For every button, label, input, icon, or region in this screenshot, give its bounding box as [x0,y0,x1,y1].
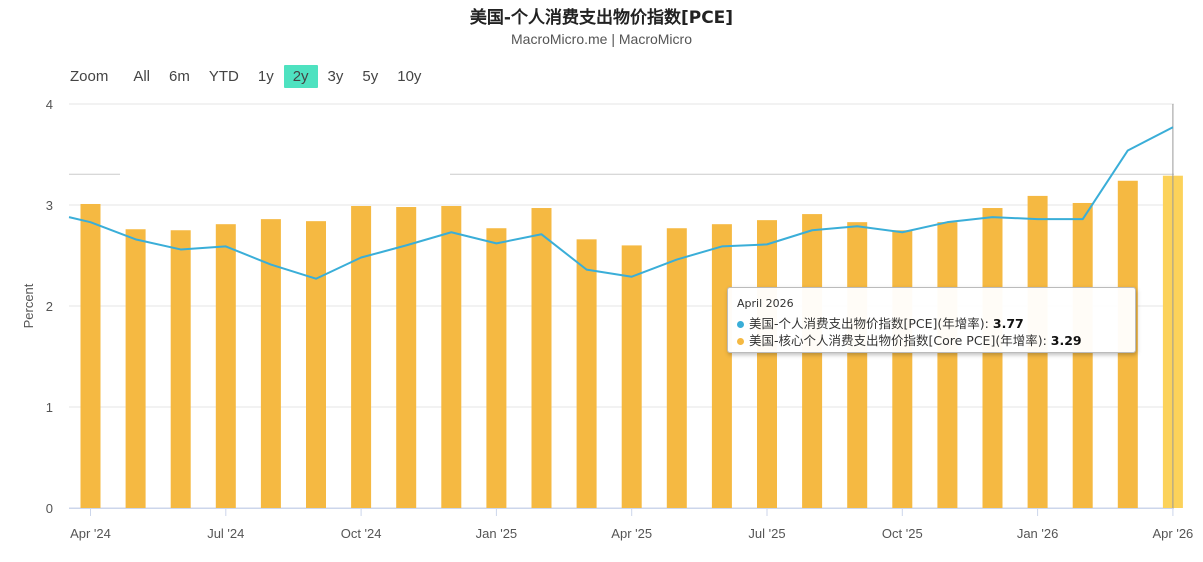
bar [711,224,732,508]
bar [486,228,507,509]
bar [802,214,823,508]
tooltip-pce-value: 3.77 [992,316,1024,331]
x-tick-label: Jan '25 [476,526,518,541]
chart-tooltip: April 2026 美国-个人消费支出物价指数[PCE](年增率): 3.77… [727,287,1136,353]
bar [621,245,642,508]
pce-legend-dot-icon [737,321,744,328]
core-legend-dot-icon [737,338,744,345]
tooltip-pce-label: 美国-个人消费支出物价指数[PCE](年增率): [749,316,993,331]
x-tick-label: Apr '25 [611,526,652,541]
bar [531,208,552,508]
y-tick-label: 1 [46,400,53,415]
bar [1072,202,1093,509]
bar [757,220,777,508]
x-tick-label: Oct '24 [341,526,382,541]
x-tick-label: Jul '25 [748,526,785,541]
bar [80,203,101,509]
x-tick-label: Apr '24 [70,526,111,541]
x-tick-label: Jan '26 [1017,526,1059,541]
tooltip-core-label: 美国-核心个人消费支出物价指数[Core PCE](年增率): [749,333,1051,348]
bar [170,230,191,508]
y-tick-label: 4 [46,97,53,112]
bar [666,228,687,509]
bar [441,206,462,508]
bar [937,222,958,509]
y-tick-label: 2 [46,299,53,314]
tooltip-date: April 2026 [737,297,794,310]
y-tick-label: 3 [46,198,53,213]
bar [396,207,417,508]
y-tick-label: 0 [46,501,53,516]
bar [982,208,1003,508]
bar [306,221,326,508]
chart-canvas: 0 1 2 3 4 Percent Apr '24 Jul '24 Oct '24 Jan '25… [21,97,1194,541]
y-axis-label: Percent [21,283,36,328]
tooltip-core-value: 3.29 [1050,333,1082,348]
bar [351,206,372,508]
bar [576,239,597,508]
x-tick-label: Oct '25 [882,526,923,541]
bar [847,222,868,509]
bar [215,224,236,508]
tooltip-row-core: 美国-核心个人消费支出物价指数[Core PCE](年增率): 3.29 [737,330,1082,349]
x-tick-label: Jul '24 [207,526,244,541]
bar [892,230,913,508]
x-tick-label: Apr '26 [1153,526,1194,541]
bar [125,229,146,509]
